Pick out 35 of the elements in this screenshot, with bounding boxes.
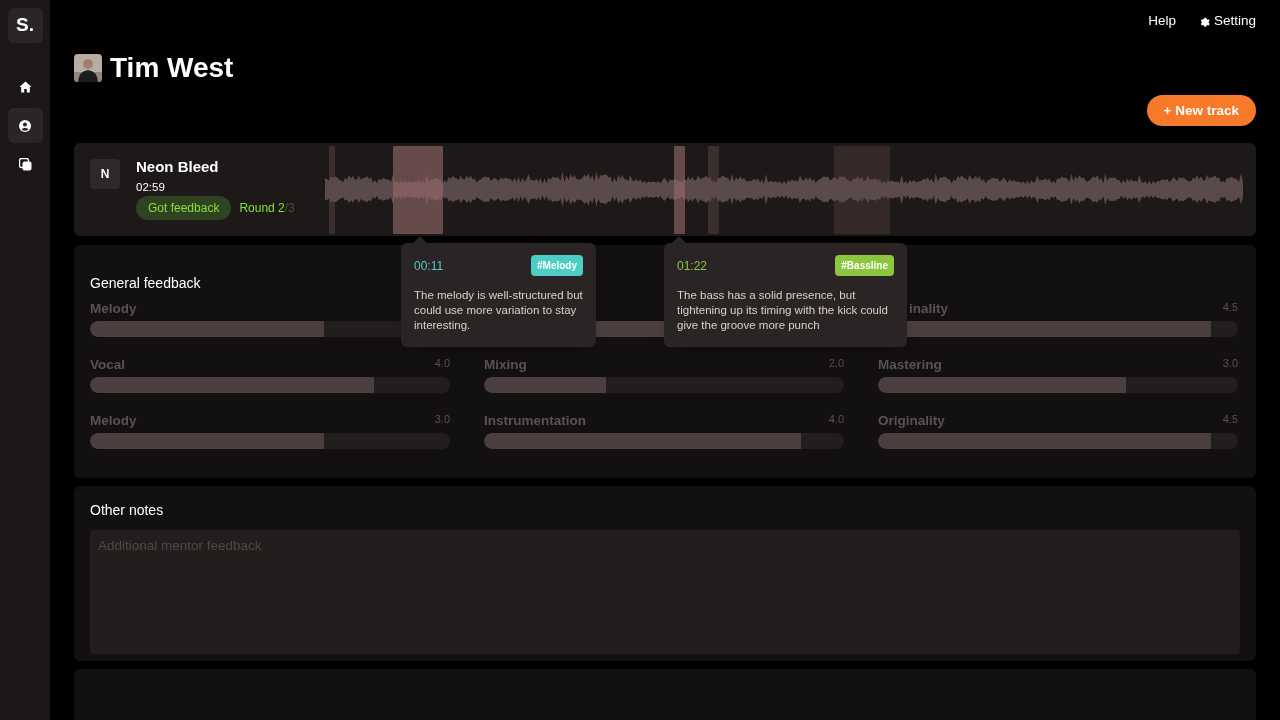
logo[interactable]: S. (7, 8, 43, 43)
copy-icon (18, 158, 32, 171)
rating-label: Mastering (878, 355, 942, 374)
track-duration: 02:59 (136, 179, 166, 195)
comment-text: The melody is well-structured but could use more variation to stay interesting. (414, 288, 583, 333)
rating-value: 3.0 (1222, 356, 1238, 371)
rating-label: Originality (878, 411, 945, 430)
rating-label: Melody (90, 299, 137, 318)
section-title: Other notes (90, 501, 165, 520)
rating-value: 3.0 (434, 412, 450, 427)
header-link[interactable]: Setting (1197, 11, 1256, 32)
section-title: General feedback (90, 274, 202, 293)
track-title: Neon Bleed (136, 157, 219, 178)
rating-value: 4.0 (828, 412, 844, 427)
track-initial: N (90, 159, 120, 190)
rating-label: Melody (90, 411, 137, 430)
rating-value: 4.0 (434, 356, 450, 371)
header-link[interactable]: Help (1148, 11, 1176, 32)
rating-label: Instrumentation (484, 411, 586, 430)
tag: #Bassline (835, 255, 894, 276)
user-icon (19, 119, 31, 132)
rating-value: 2.0 (828, 356, 844, 371)
comment-text: The bass has a solid presence, but tightening up its timing with the kick could give the groove more punch (677, 288, 889, 333)
sidebar-item[interactable] (7, 108, 43, 143)
profile-name: Tim West (110, 51, 234, 86)
rating-value: 4.5 (1222, 300, 1238, 315)
round-indicator: Round 2/3 (239, 200, 295, 217)
status-badge: Got feedback (136, 196, 232, 220)
tag: #Melody (531, 255, 583, 276)
timestamp[interactable]: 00:11 (414, 256, 444, 275)
rating-label: Mixing (484, 355, 527, 374)
rating-value: 4.5 (1222, 412, 1238, 427)
home-icon (18, 80, 32, 93)
timestamp[interactable]: 01:22 (677, 256, 708, 275)
rating-label: Vocal (90, 355, 125, 374)
